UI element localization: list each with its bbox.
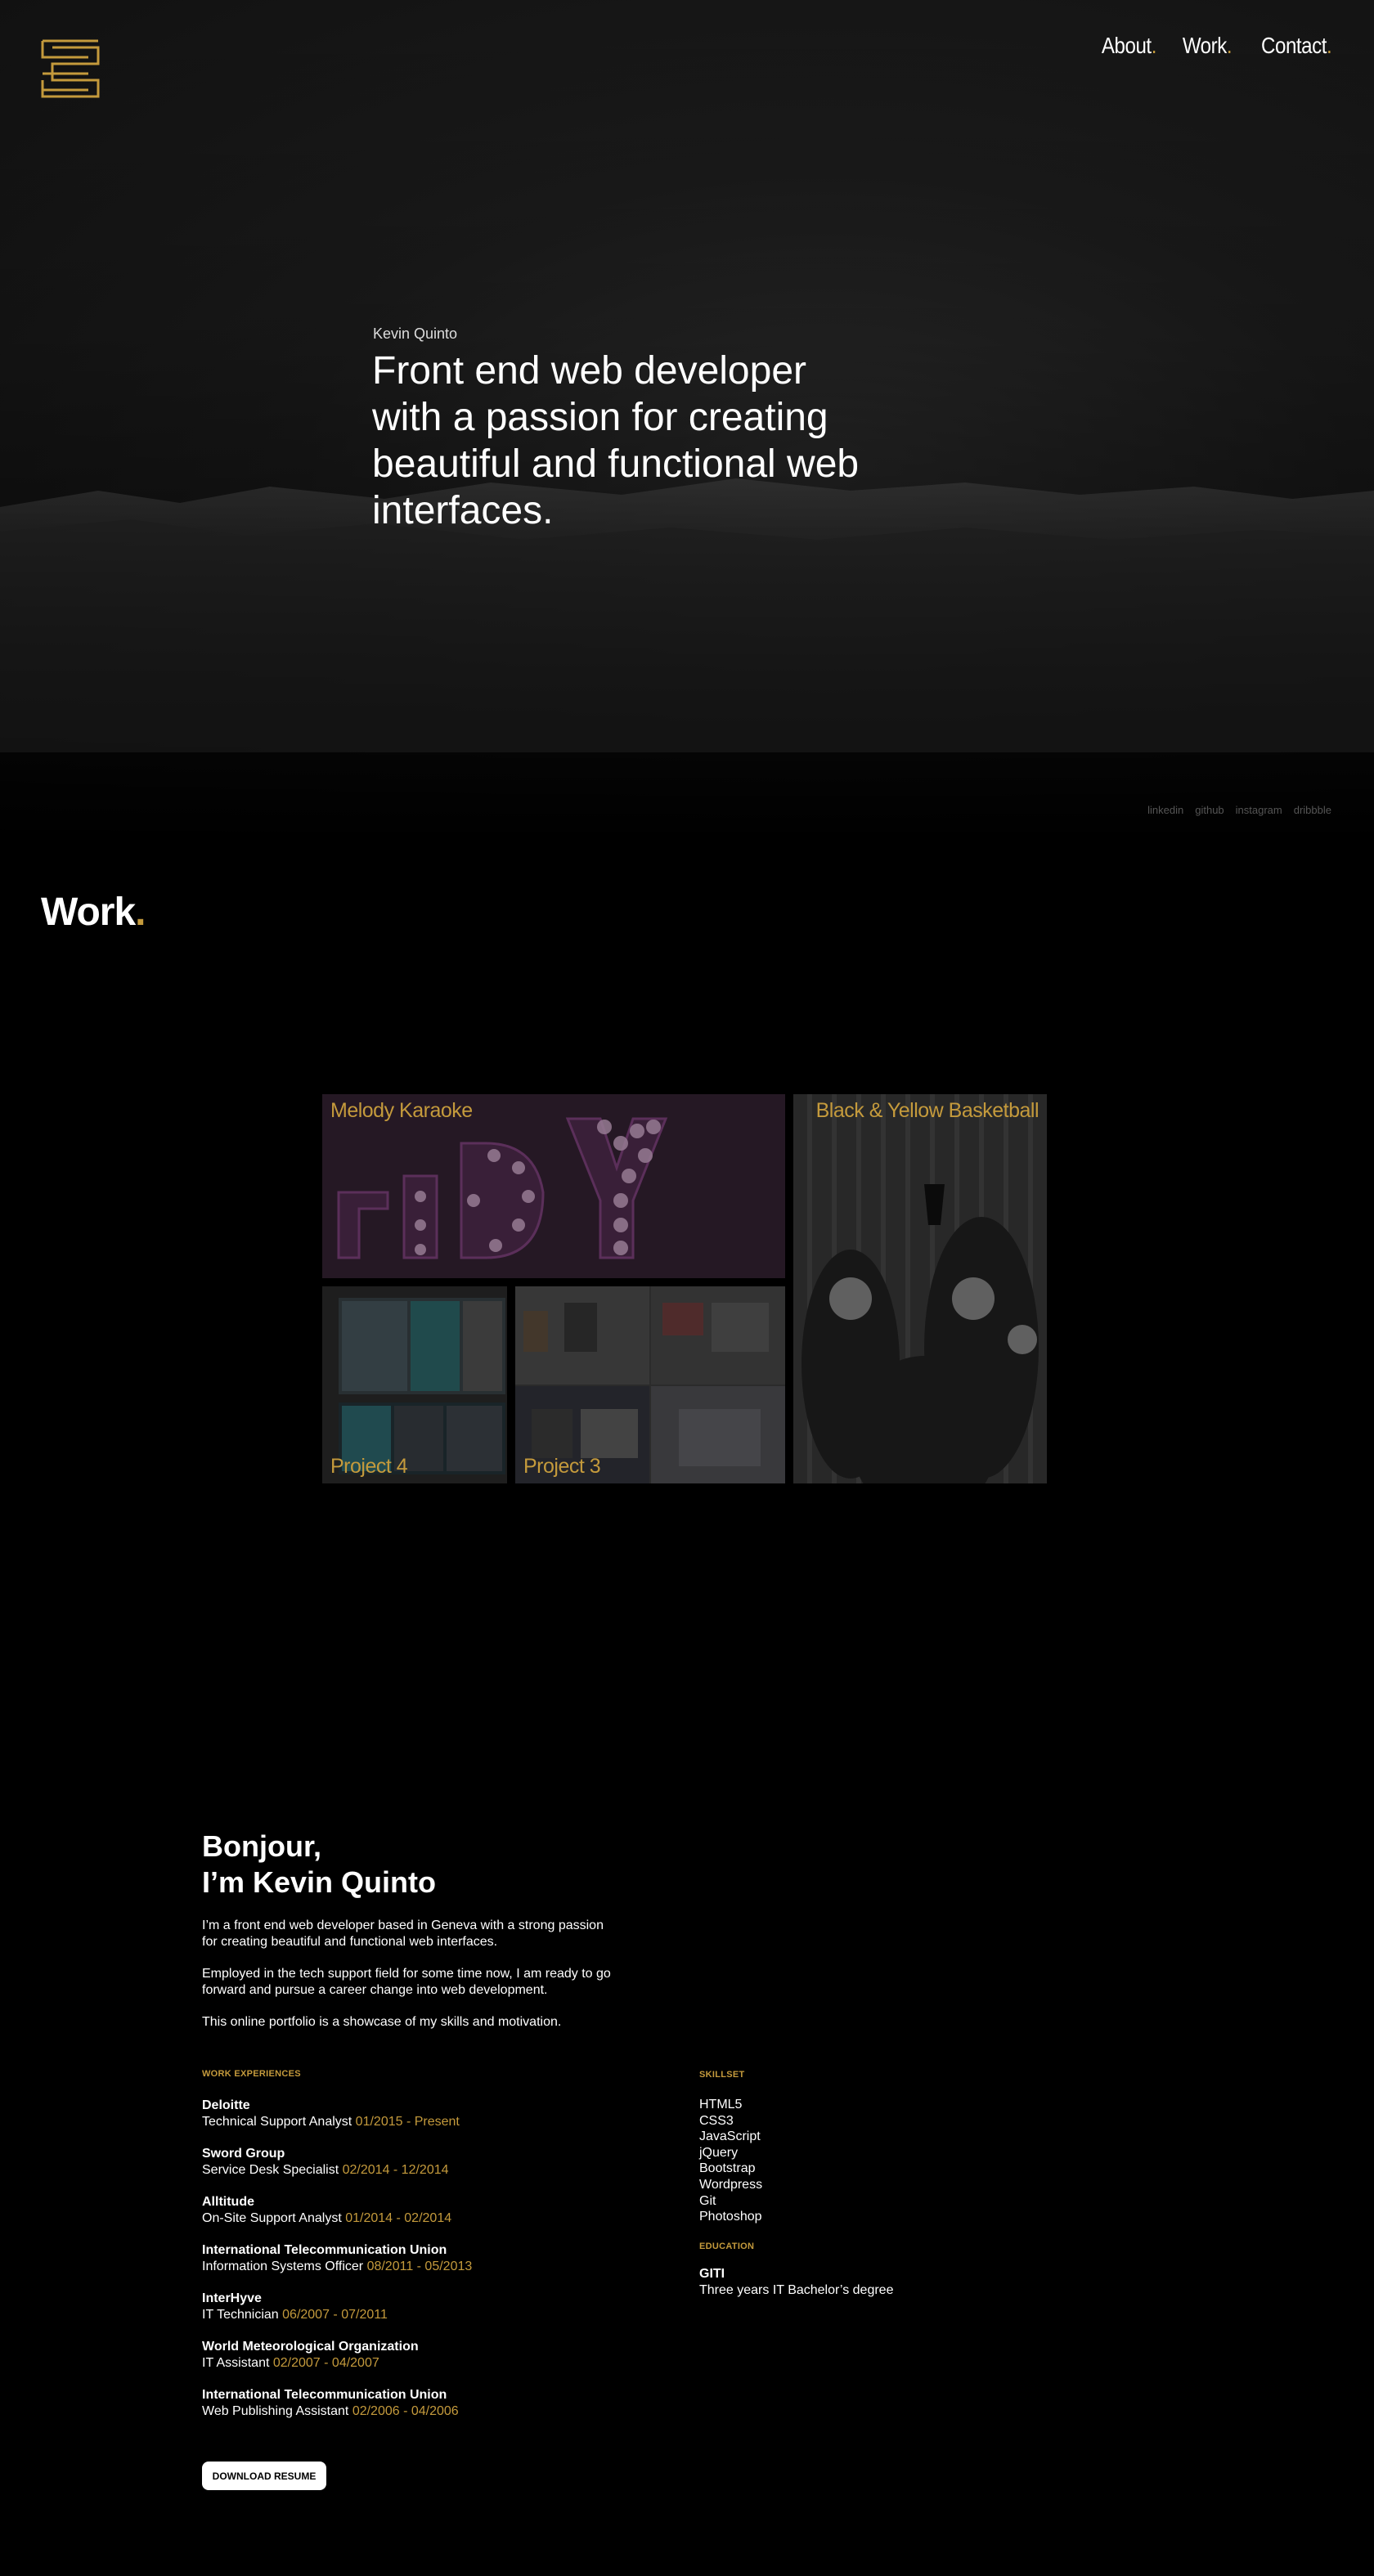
nav-dot: .	[1326, 33, 1332, 58]
linkedin-link[interactable]: linkedin	[1147, 804, 1183, 816]
nav-dot: .	[1151, 33, 1156, 58]
job-entry: Alltitude On-Site Support Analyst 01/201…	[202, 2194, 451, 2227]
nav-work-link[interactable]: Work.	[1182, 33, 1232, 59]
work-heading: Work.	[41, 891, 146, 934]
project-label: Project 3	[523, 1455, 601, 1478]
job-period: 02/2007 - 04/2007	[272, 2356, 379, 2370]
job-period: 08/2011 - 05/2013	[366, 2260, 473, 2273]
github-link[interactable]: github	[1195, 804, 1224, 816]
main-nav: About. Work. Contact.	[1093, 33, 1332, 59]
job-role: IT Technician	[202, 2308, 279, 2322]
job-role: Service Desk Specialist	[202, 2163, 339, 2177]
job-entry: InterHyve IT Technician 06/2007 - 07/201…	[202, 2291, 388, 2323]
job-company: World Meteorological Organization	[202, 2340, 419, 2354]
nav-dot: .	[1226, 33, 1232, 58]
job-entry: World Meteorological Organization IT Ass…	[202, 2339, 419, 2372]
about-greeting: Bonjour, I’m Kevin Quinto	[202, 1829, 436, 1901]
job-role: Information Systems Officer	[202, 2260, 364, 2273]
greeting-line-1: Bonjour,	[202, 1829, 321, 1863]
project-tile-project-4[interactable]: Project 4	[322, 1286, 507, 1483]
hero-section: About. Work. Contact. Kevin Quinto Front…	[0, 0, 1374, 842]
download-resume-button[interactable]: DOWNLOAD RESUME	[202, 2462, 326, 2490]
job-company: Sword Group	[202, 2147, 285, 2161]
skill-item: jQuery	[699, 2145, 739, 2160]
project-tile-project-3[interactable]: Project 3	[515, 1286, 785, 1483]
job-period: 01/2014 - 02/2014	[345, 2211, 452, 2225]
project-label: Melody Karaoke	[330, 1099, 473, 1122]
project-4-screens-image	[322, 1286, 507, 1483]
dribbble-link[interactable]: dribbble	[1294, 804, 1331, 816]
job-company: Deloitte	[202, 2098, 250, 2112]
about-paragraph: Employed in the tech support field for s…	[202, 1967, 611, 1997]
skill-item: Git	[699, 2193, 716, 2208]
basketball-photo-image	[793, 1094, 1047, 1483]
education-entry: GITI Three years IT Bachelor’s degree	[699, 2266, 893, 2299]
job-entry: International Telecommunication Union We…	[202, 2387, 459, 2420]
job-period: 01/2015 - Present	[355, 2115, 460, 2129]
job-role: Web Publishing Assistant	[202, 2404, 349, 2418]
job-company: InterHyve	[202, 2291, 262, 2305]
skills-list: HTML5 CSS3 JavaScript jQuery Bootstrap W…	[699, 2097, 762, 2225]
education-label: EDUCATION	[699, 2242, 755, 2251]
job-entry: International Telecommunication Union In…	[202, 2242, 472, 2275]
about-paragraph: This online portfolio is a showcase of m…	[202, 2015, 562, 2029]
project-3-screens-image	[515, 1286, 785, 1483]
project-tile-melody-karaoke[interactable]: Melody Karaoke	[322, 1094, 785, 1278]
social-links: linkedin github instagram dribbble	[1147, 804, 1331, 816]
project-label: Black & Yellow Basketball	[815, 1099, 1039, 1122]
skill-item: Photoshop	[699, 2210, 762, 2224]
job-period: 02/2014 - 12/2014	[342, 2163, 449, 2177]
education-degree: Three years IT Bachelor’s degree	[699, 2283, 894, 2297]
project-label: Project 4	[330, 1455, 408, 1478]
skillset-label: SKILLSET	[699, 2070, 745, 2080]
hero-name: Kevin Quinto	[373, 325, 458, 342]
skill-item: CSS3	[699, 2113, 734, 2128]
project-tile-black-yellow-basketball[interactable]: Black & Yellow Basketball	[793, 1094, 1047, 1483]
job-company: International Telecommunication Union	[202, 2388, 447, 2402]
about-paragraph: I’m a front end web developer based in G…	[202, 1919, 604, 1949]
brand-logo-icon[interactable]	[41, 39, 100, 98]
job-company: International Telecommunication Union	[202, 2243, 447, 2257]
greeting-line-2: I’m Kevin Quinto	[202, 1865, 437, 1899]
job-company: Alltitude	[202, 2195, 254, 2209]
job-entry: Deloitte Technical Support Analyst 01/20…	[202, 2098, 460, 2130]
education-school: GITI	[699, 2267, 725, 2281]
skill-item: HTML5	[699, 2098, 743, 2112]
skill-item: Wordpress	[699, 2177, 763, 2192]
nav-about-link[interactable]: About.	[1102, 33, 1156, 59]
work-experiences-label: WORK EXPERIENCES	[202, 2069, 301, 2079]
instagram-link[interactable]: instagram	[1236, 804, 1282, 816]
heading-dot: .	[135, 891, 146, 934]
job-period: 06/2007 - 07/2011	[282, 2308, 388, 2322]
job-period: 02/2006 - 04/2006	[352, 2404, 459, 2418]
job-role: On-Site Support Analyst	[202, 2211, 342, 2225]
job-role: Technical Support Analyst	[202, 2115, 352, 2129]
skill-item: JavaScript	[699, 2129, 761, 2144]
nav-contact-link[interactable]: Contact.	[1261, 33, 1332, 59]
skill-item: Bootstrap	[699, 2161, 756, 2176]
job-role: IT Assistant	[202, 2356, 270, 2370]
hero-title: Front end web developer with a passion f…	[372, 349, 860, 532]
job-entry: Sword Group Service Desk Specialist 02/2…	[202, 2146, 449, 2179]
